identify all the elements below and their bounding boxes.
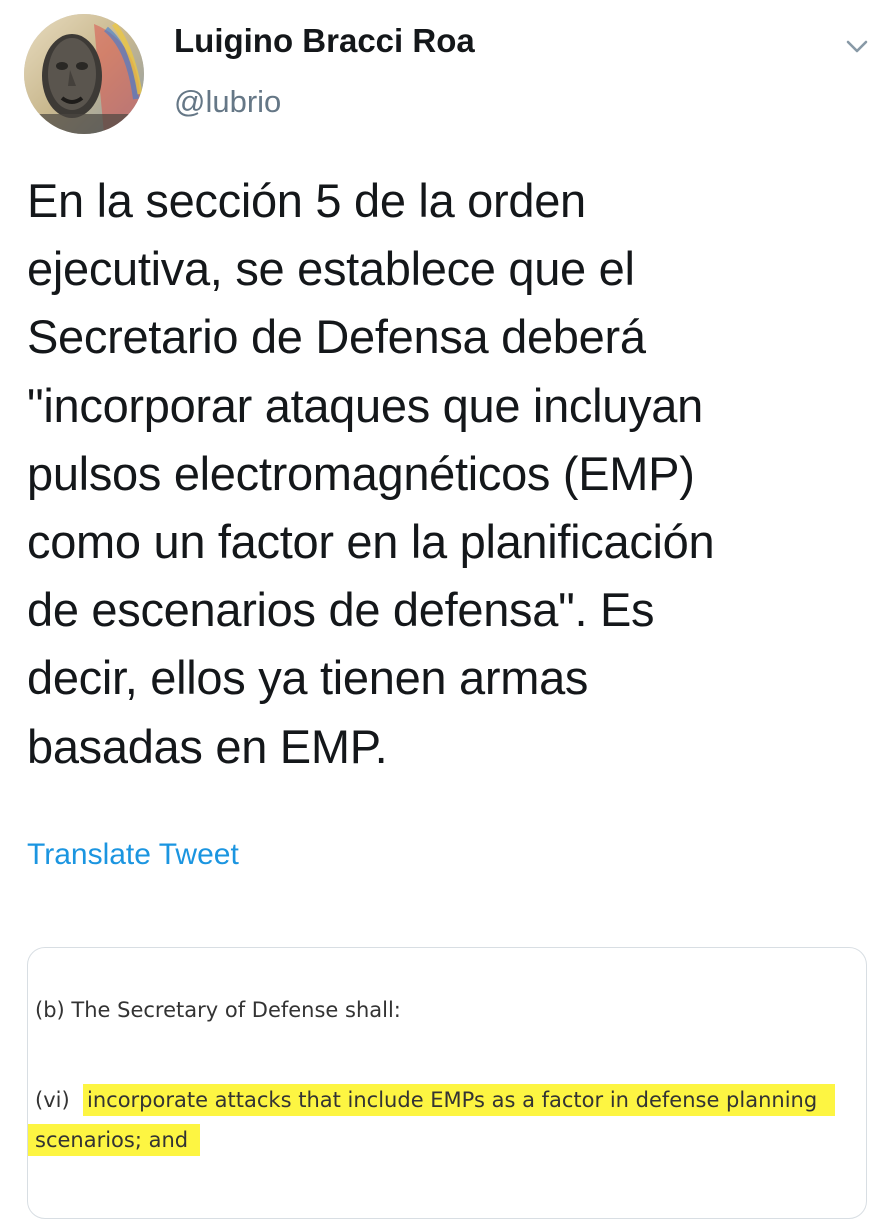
highlighted-text-line: scenarios; and <box>28 1124 200 1156</box>
attached-image[interactable]: (b) The Secretary of Defense shall: (vi)… <box>27 947 867 1219</box>
document-line-vi-label: (vi) <box>35 1088 70 1112</box>
document-line-b: (b) The Secretary of Defense shall: <box>35 998 401 1022</box>
author-display-name[interactable]: Luigino Bracci Roa <box>174 22 475 60</box>
author-handle[interactable]: @lubrio <box>174 84 281 120</box>
avatar[interactable] <box>24 14 144 134</box>
translate-tweet-link[interactable]: Translate Tweet <box>27 838 239 872</box>
tweet-text: En la sección 5 de la orden ejecutiva, s… <box>27 174 715 773</box>
profile-avatar-icon <box>24 14 144 134</box>
highlighted-text-line: incorporate attacks that include EMPs as… <box>83 1084 835 1116</box>
chevron-down-icon[interactable] <box>843 32 871 60</box>
